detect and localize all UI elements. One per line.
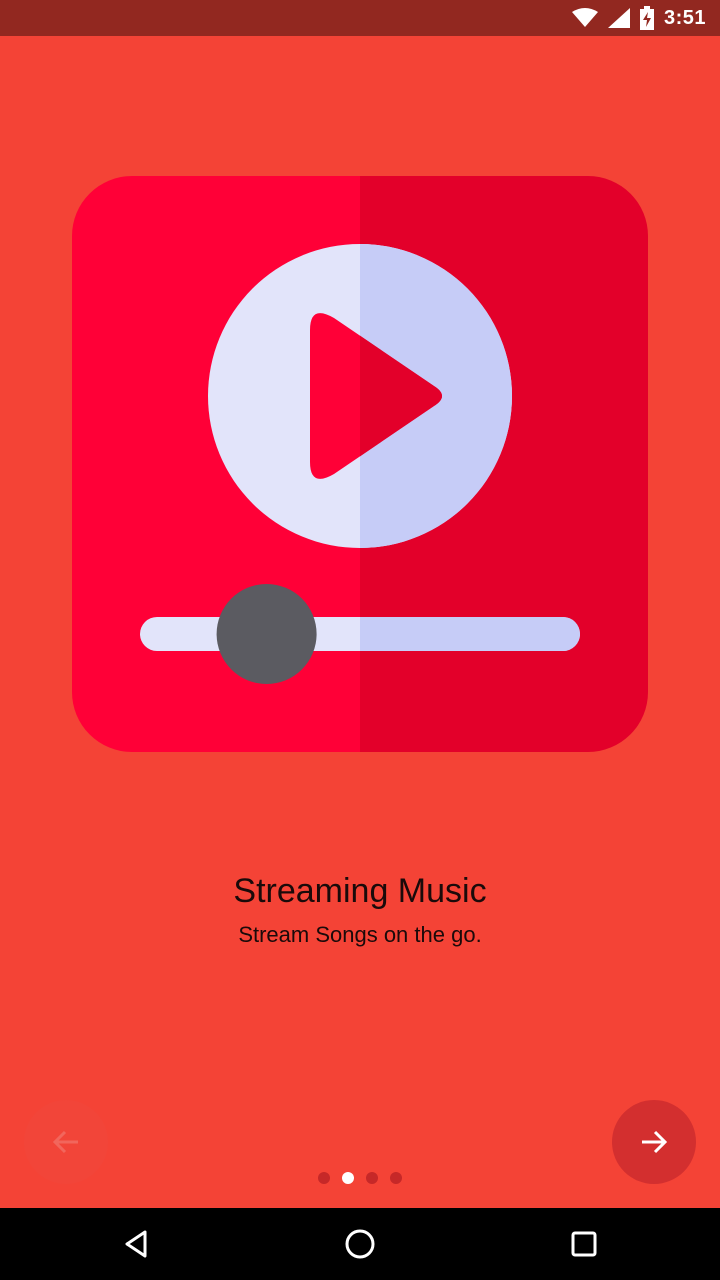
back-icon — [125, 1230, 147, 1258]
status-icons: 3:51 — [571, 0, 706, 36]
home-icon — [345, 1229, 375, 1259]
arrow-right-icon — [642, 1130, 668, 1154]
progress-knob — [216, 584, 317, 684]
slide-title: Streaming Music — [233, 872, 487, 910]
next-button[interactable] — [612, 1100, 696, 1184]
cell-signal-icon — [607, 8, 630, 28]
battery-charging-icon — [639, 6, 654, 30]
page-indicator — [0, 1172, 720, 1184]
back-button[interactable] — [116, 1224, 156, 1264]
wifi-icon — [571, 8, 598, 27]
recents-icon — [571, 1231, 597, 1257]
slide-subtitle: Stream Songs on the go. — [238, 922, 482, 947]
page-dot[interactable] — [390, 1172, 402, 1184]
status-bar: 3:51 — [0, 0, 720, 36]
status-time: 3:51 — [663, 6, 706, 29]
home-button[interactable] — [340, 1224, 380, 1264]
page-dot-active[interactable] — [342, 1172, 354, 1184]
page-dot[interactable] — [366, 1172, 378, 1184]
page-dot[interactable] — [318, 1172, 330, 1184]
recents-button[interactable] — [564, 1224, 604, 1264]
system-navigation-bar — [0, 1208, 720, 1280]
arrow-left-icon — [52, 1130, 78, 1154]
music-player-illustration — [72, 176, 648, 752]
